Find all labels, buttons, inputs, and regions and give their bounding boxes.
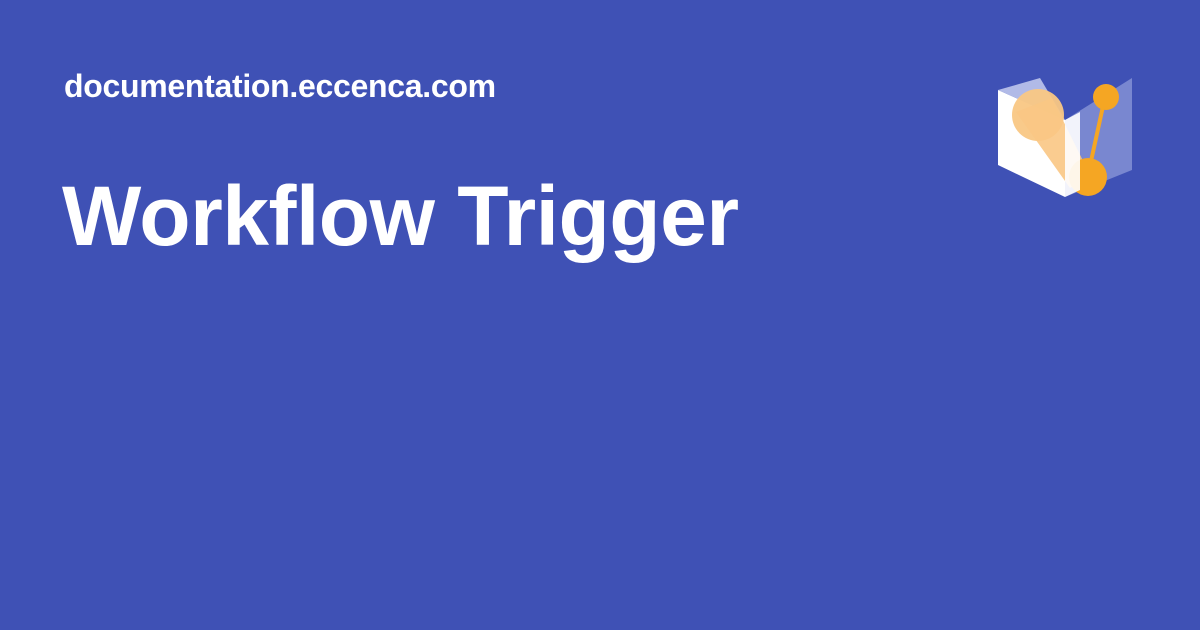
page-title: Workflow Trigger (62, 169, 739, 263)
eccenca-logo-icon (990, 70, 1140, 205)
site-url: documentation.eccenca.com (64, 68, 496, 104)
